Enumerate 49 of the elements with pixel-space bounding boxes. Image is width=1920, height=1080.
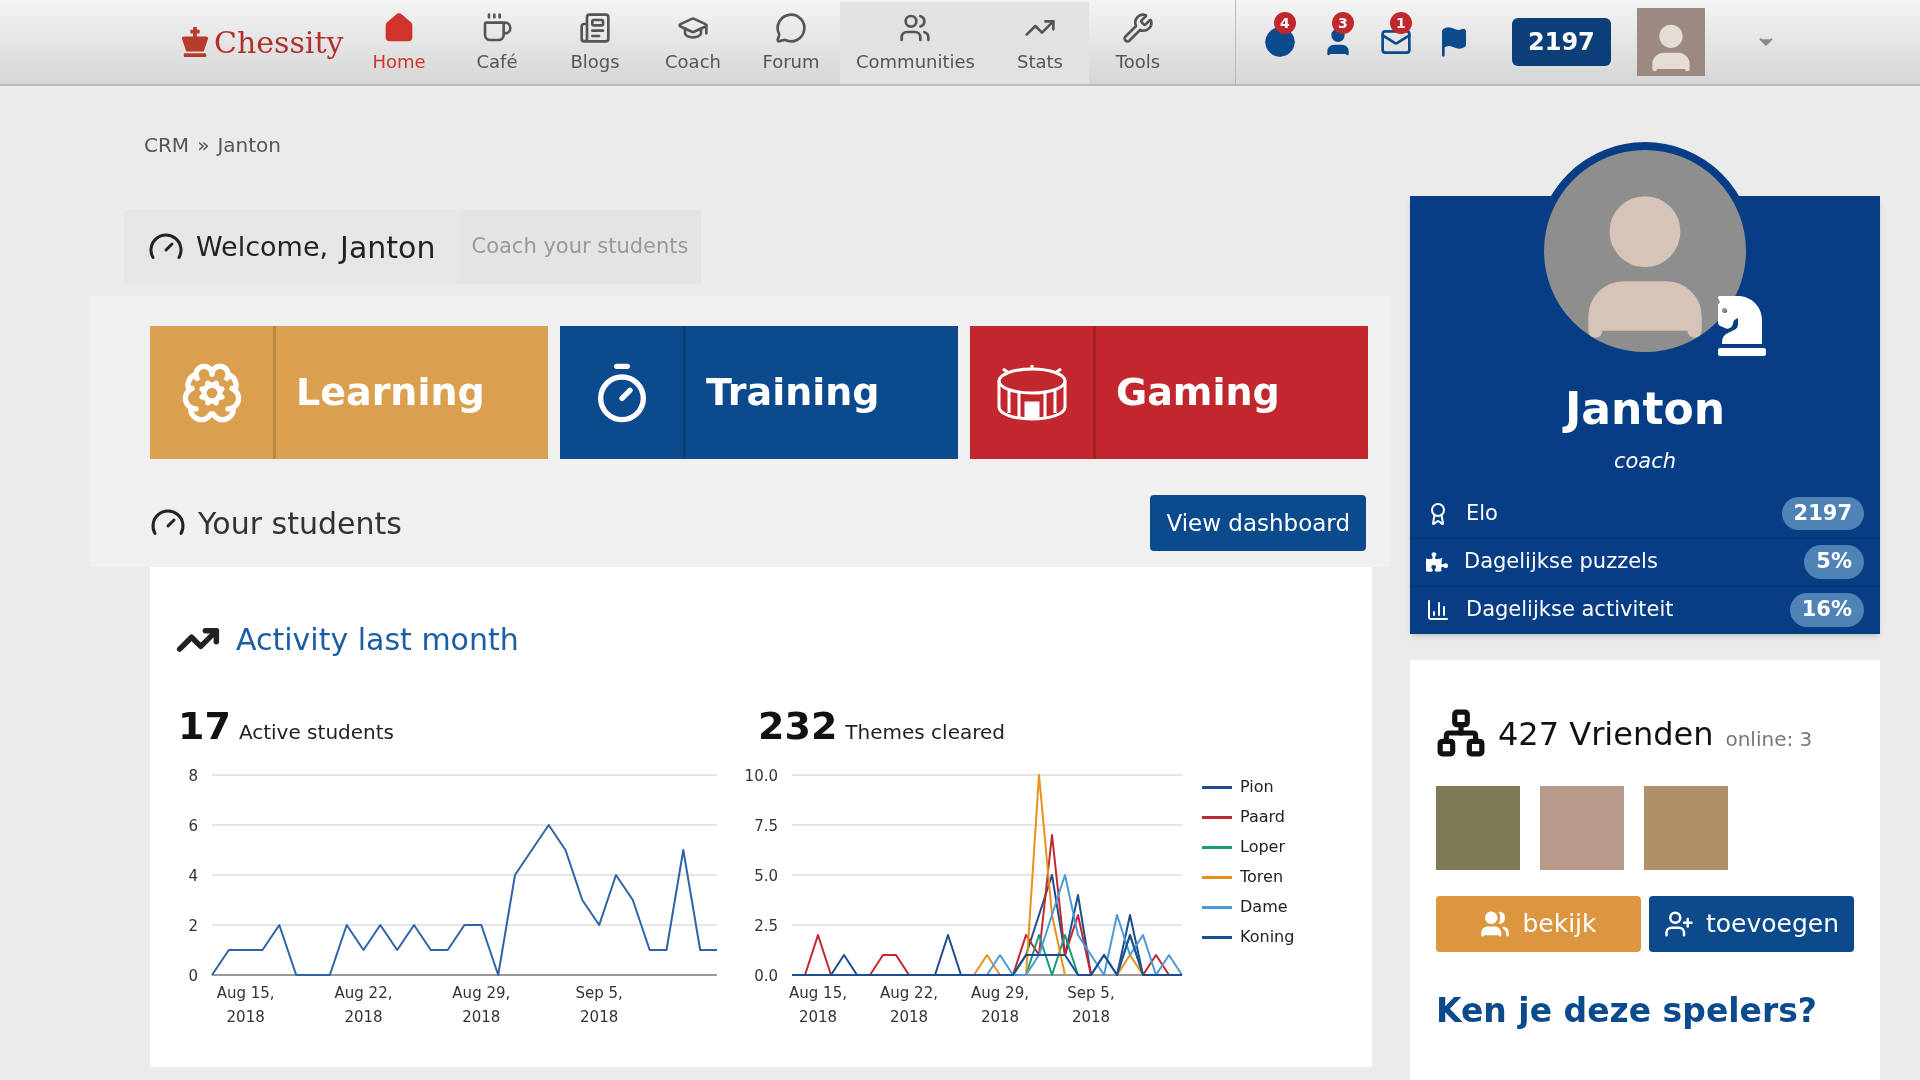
breadcrumb-separator: » [197, 132, 210, 159]
y-tick-label: 4 [187, 866, 198, 887]
y-tick-label: 8 [187, 766, 198, 787]
notification-badge: 1 [1390, 12, 1412, 34]
x-tick-label: Aug 22, 2018 [879, 983, 939, 1028]
x-tick-label: Sep 5, 2018 [574, 983, 624, 1028]
profile-role: coach [1612, 448, 1678, 475]
y-tick-label: 5.0 [753, 866, 778, 887]
x-tick-label: Aug 22, 2018 [333, 983, 394, 1028]
stat-label: Dagelijkse activiteit [1466, 596, 1675, 624]
stat-label: Elo [1466, 499, 1499, 527]
welcome-text: Welcome, [196, 229, 329, 264]
stat-label: Active students [238, 719, 394, 746]
y-tick-label: 6 [187, 816, 198, 837]
stat-value-badge: 5% [1804, 545, 1864, 579]
y-tick-label: 7.5 [753, 816, 778, 837]
y-tick-label: 2.5 [753, 916, 778, 937]
user-name: Janton [340, 228, 436, 267]
breadcrumb-current: Janton [217, 132, 281, 159]
stat-number: 17 [178, 703, 231, 750]
suggestions-title: Ken je deze spelers? [1436, 989, 1818, 1032]
card-title: Activity last month [236, 621, 519, 659]
stat-value-badge: 2197 [1781, 496, 1864, 531]
legend-label: Loper [1240, 836, 1285, 858]
legend-label: Pion [1240, 776, 1274, 798]
profile-name: Janton [1410, 376, 1880, 442]
x-tick-label: Aug 15, 2018 [215, 983, 276, 1028]
legend-label: Paard [1240, 806, 1285, 828]
stat-label: Themes cleared [845, 719, 1005, 746]
section-title: Your students [198, 504, 402, 543]
notification-badge: 3 [1332, 12, 1354, 34]
stat-number: 232 [758, 703, 838, 750]
x-tick-label: Aug 15, 2018 [788, 983, 848, 1028]
stat-label: Dagelijkse puzzels [1464, 548, 1659, 576]
stat-value-badge: 16% [1789, 593, 1864, 627]
x-tick-label: Aug 29, 2018 [970, 983, 1030, 1028]
y-tick-label: 2 [187, 916, 198, 937]
friends-title: 427 Vrienden [1498, 713, 1714, 755]
x-tick-label: Sep 5, 2018 [1066, 983, 1116, 1028]
legend-label: Dame [1240, 896, 1288, 918]
legend-label: Koning [1240, 926, 1295, 948]
notification-badge: 4 [1274, 12, 1296, 34]
x-tick-label: Aug 29, 2018 [451, 983, 512, 1028]
y-tick-label: 10.0 [743, 766, 778, 787]
online-count: online: 3 [1725, 725, 1813, 753]
y-tick-label: 0.0 [753, 966, 778, 987]
legend-label: Toren [1240, 866, 1284, 888]
welcome-subtitle: Coach your students [459, 210, 701, 284]
y-tick-label: 0 [187, 966, 198, 987]
